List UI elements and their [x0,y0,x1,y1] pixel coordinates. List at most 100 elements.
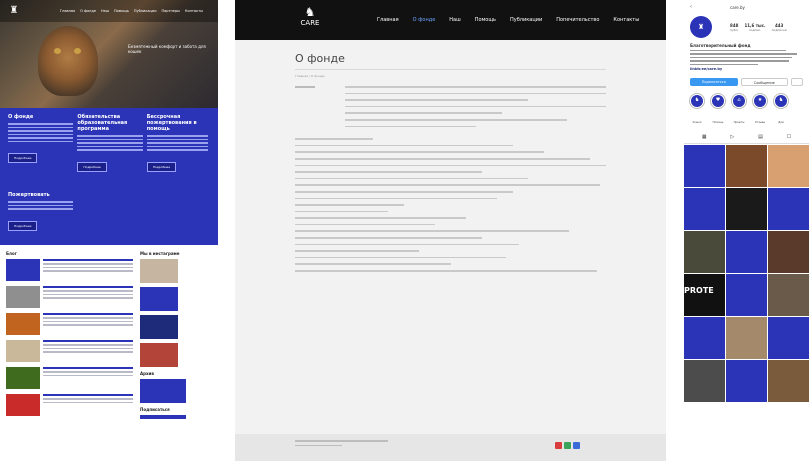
menu-item-our[interactable]: Наш [449,17,460,23]
instagram-photo[interactable] [140,287,178,311]
subscribe-button[interactable] [140,415,186,419]
post-thumbnail[interactable] [726,359,767,402]
news-text [43,313,133,335]
profile-tabs: ▦ ▷ ▤ ☐ [684,131,809,144]
news-thumbnail[interactable] [6,259,40,281]
highlight[interactable]: ★ Отзывы [753,93,767,127]
guides-icon[interactable]: ▤ [758,134,763,140]
news-text [43,394,133,416]
post-thumbnail[interactable] [726,187,767,230]
menu-item-home[interactable]: Главная [377,17,399,23]
post-thumbnail[interactable] [768,316,809,359]
post-thumbnail[interactable] [726,273,767,316]
more-button[interactable]: Подробнее [146,161,177,172]
chevron-down-icon[interactable] [791,77,803,86]
post-thumbnail[interactable] [684,316,725,359]
post-thumbnail[interactable] [768,273,809,316]
news-item[interactable] [6,313,134,335]
website-home-screenshot: ♜ Главная О фонде Наш Помощь Публикации … [0,0,218,461]
news-thumbnail[interactable] [6,340,40,362]
info-block-title: О фонде [8,114,34,120]
news-thumbnail[interactable] [6,313,40,335]
news-item[interactable] [6,286,134,308]
news-item[interactable] [6,394,134,416]
donate-button[interactable]: Подробнее [8,220,38,231]
news-item[interactable] [6,367,134,389]
cat-photo [38,26,98,96]
grid-icon[interactable]: ▦ [702,134,707,140]
site-logo[interactable]: ♞ CARE [295,5,325,35]
post-thumbnail[interactable] [684,187,725,230]
menu-item[interactable]: О фонде [80,9,96,13]
intro-text [345,86,606,132]
profile-stats: 848 публ. 11,6 тыс. подпис. 443 подписки [730,23,787,32]
menu-item[interactable]: Партнеры [161,9,179,13]
follow-button[interactable]: Подписаться [690,77,738,86]
info-block: Пожертвовать Подробнее [8,192,77,245]
menu-item[interactable]: Контакты [185,9,203,13]
info-block: Бессрочная пожертвования в помощь Подроб… [146,114,212,186]
stat-following[interactable]: 443 подписки [772,23,787,32]
logo-text: CARE [300,19,320,27]
post-thumbnail[interactable] [684,230,725,273]
page-content: О фонде Главная / О фонде [235,40,666,272]
social-icon[interactable] [564,442,571,449]
post-thumbnail[interactable] [768,359,809,402]
highlight[interactable]: ♞ Дом [774,93,788,127]
info-block-title: Пожертвовать [8,192,50,198]
more-button[interactable]: Подробнее [77,161,107,172]
info-block-text [77,135,143,151]
news-item[interactable] [6,340,134,362]
stat-posts[interactable]: 848 публ. [730,23,738,32]
more-button[interactable]: Подробнее [8,153,38,163]
social-icon[interactable] [555,442,562,449]
social-links [555,442,580,449]
chevron-left-icon[interactable]: ‹ [690,4,692,10]
menu-item-help[interactable]: Помощь [475,17,496,23]
page-title: О фонде [295,52,345,65]
highlight[interactable]: ♞ Кошки [690,93,704,127]
post-thumbnail[interactable] [684,144,725,187]
bio-link[interactable]: linktr.ee/care.by [690,67,803,71]
post-thumbnail[interactable] [684,359,725,402]
highlight[interactable]: ♥ Помощь [711,93,725,127]
stat-followers[interactable]: 11,6 тыс. подпис. [744,23,765,32]
news-item[interactable] [6,259,134,281]
top-nav: ♜ Главная О фонде Наш Помощь Публикации … [0,0,218,22]
post-thumbnail[interactable] [768,144,809,187]
info-block-title: Бессрочная пожертвования в помощь [146,114,197,132]
instagram-photo[interactable] [140,343,178,367]
news-thumbnail[interactable] [6,286,40,308]
body-text [295,138,606,272]
menu-item[interactable]: Наш [101,9,109,13]
instagram-photo[interactable] [140,259,178,283]
post-thumbnail[interactable] [768,187,809,230]
menu-item-publications[interactable]: Публикации [510,17,542,23]
archive-banner[interactable] [140,379,186,403]
news-thumbnail[interactable] [6,367,40,389]
post-thumbnail[interactable]: PROTE [684,273,725,316]
avatar[interactable]: ♜ [690,16,712,38]
post-thumbnail[interactable] [768,230,809,273]
social-icon[interactable] [573,442,580,449]
message-button[interactable]: Сообщение [740,77,789,86]
menu-item-guardianship[interactable]: Попечительство [556,17,599,23]
highlight[interactable]: ⌂ Приюты [732,93,746,127]
menu-item[interactable]: Главная [60,9,75,13]
info-blocks: О фонде Подробнее Обязательства образова… [0,108,218,245]
reels-icon[interactable]: ▷ [730,134,734,140]
info-block-text [8,123,74,142]
news-list: Блог [6,251,134,421]
menu-item[interactable]: Публикации [134,9,157,13]
news-thumbnail[interactable] [6,394,40,416]
menu-item[interactable]: Помощь [114,9,129,13]
about-page-screenshot: ♞ CARE Главная О фонде Наш Помощь Публик… [235,0,666,461]
post-thumbnail[interactable] [726,144,767,187]
menu-item-contacts[interactable]: Контакты [613,17,639,23]
menu-item-about[interactable]: О фонде [413,17,436,23]
logo-icon[interactable]: ♜ [6,4,22,18]
instagram-photo[interactable] [140,315,178,339]
tagged-icon[interactable]: ☐ [787,134,791,140]
post-thumbnail[interactable] [726,316,767,359]
post-thumbnail[interactable] [726,230,767,273]
